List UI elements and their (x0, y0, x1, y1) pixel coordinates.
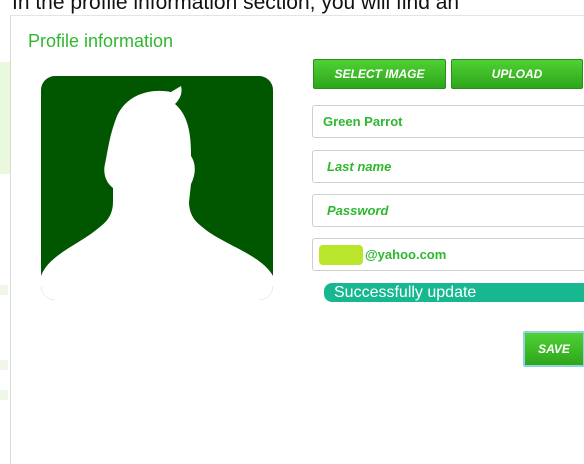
profile-avatar (41, 76, 273, 300)
person-silhouette-icon (41, 86, 273, 300)
panel-title: Profile information (28, 31, 174, 51)
password-placeholder: Password (327, 203, 389, 218)
last-name-field[interactable]: Last name (312, 150, 584, 183)
profile-panel: Profile information SELECT IMAGE UPLOAD … (10, 15, 584, 464)
redaction-mark (319, 244, 363, 265)
screenshot-page: In the profile information section, you … (0, 0, 584, 464)
save-button[interactable]: SAVE (523, 331, 584, 367)
password-field[interactable]: Password (312, 194, 584, 227)
select-image-button[interactable]: SELECT IMAGE (313, 59, 446, 89)
email-field[interactable]: @yahoo.com (312, 238, 584, 271)
last-name-placeholder: Last name (327, 159, 392, 174)
first-name-field[interactable]: Green Parrot (312, 105, 584, 138)
background-mark (0, 285, 8, 295)
tutorial-caption: In the profile information section, you … (12, 0, 460, 14)
background-mark (0, 360, 8, 370)
first-name-value: Green Parrot (323, 114, 403, 129)
status-message-bar: Successfully update (324, 283, 584, 302)
background-sidebar-tint (0, 62, 10, 174)
upload-button[interactable]: UPLOAD (451, 59, 583, 89)
background-mark (0, 390, 8, 400)
email-value: @yahoo.com (365, 247, 447, 262)
status-message: Successfully update (334, 283, 477, 301)
